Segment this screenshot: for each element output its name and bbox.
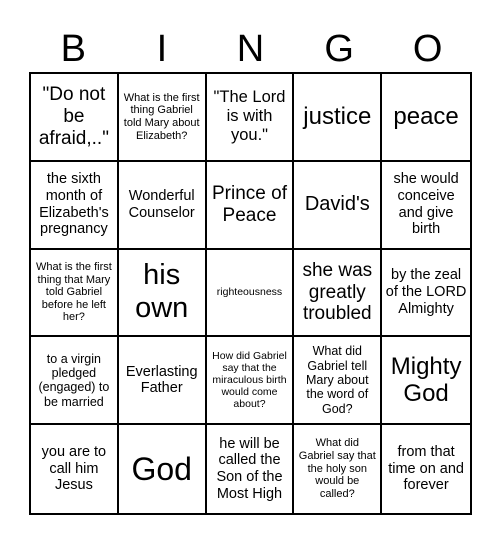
bingo-header: B I N G O — [29, 26, 472, 72]
bingo-cell[interactable]: What is the first thing Gabriel told Mar… — [118, 74, 207, 162]
bingo-cell[interactable]: What is the first thing that Mary told G… — [31, 249, 119, 338]
header-letter-o: O — [412, 28, 443, 70]
bingo-cell[interactable]: God — [119, 425, 207, 513]
bingo-cell[interactable]: righteousness — [206, 249, 295, 338]
bingo-cell[interactable]: Mighty God — [382, 337, 470, 426]
bingo-cell[interactable]: his own — [118, 249, 207, 338]
bingo-board: "Do not be afraid,.." What is the first … — [29, 72, 472, 515]
bingo-cell[interactable]: to a virgin pledged (engaged) to be marr… — [31, 337, 119, 426]
bingo-cell[interactable]: What did Gabriel tell Mary about the wor… — [294, 337, 383, 426]
bingo-cell[interactable]: peace — [382, 74, 470, 162]
bingo-cell[interactable]: she was greatly troubled — [294, 249, 383, 338]
bingo-cell[interactable]: David's — [294, 161, 383, 250]
bingo-cell[interactable]: "The Lord is with you." — [206, 74, 295, 162]
bingo-cell[interactable]: by the zeal of the LORD Almighty — [382, 250, 470, 338]
bingo-cell[interactable]: Everlasting Father — [118, 337, 207, 426]
bingo-cell[interactable]: from that time on and forever — [382, 425, 470, 513]
bingo-cell[interactable]: justice — [294, 74, 383, 162]
header-letter-n: N — [236, 28, 265, 70]
header-letter-i: I — [156, 28, 168, 70]
bingo-cell[interactable]: Prince of Peace — [206, 161, 295, 250]
header-letter-b: B — [60, 28, 86, 70]
bingo-cell[interactable]: What did Gabriel say that the holy son w… — [294, 425, 383, 513]
bingo-cell[interactable]: you are to call him Jesus — [31, 425, 119, 513]
bingo-cell[interactable]: "Do not be afraid,.." — [31, 74, 119, 162]
bingo-cell[interactable]: she would conceive and give birth — [382, 162, 470, 250]
bingo-cell[interactable]: How did Gabriel say that the miraculous … — [206, 337, 295, 426]
header-letter-g: G — [324, 28, 354, 70]
bingo-cell[interactable]: the sixth month of Elizabeth's pregnancy — [31, 161, 119, 250]
bingo-cell[interactable]: Wonderful Counselor — [118, 161, 207, 250]
bingo-cell[interactable]: he will be called the Son of the Most Hi… — [207, 425, 295, 513]
